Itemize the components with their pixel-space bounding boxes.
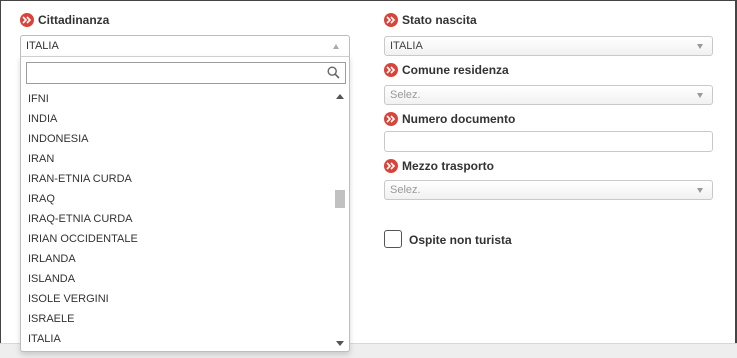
non-tourist-checkbox[interactable] [384, 230, 402, 248]
list-item[interactable]: INDIA [21, 109, 331, 129]
birth-state-select[interactable]: ITALIA [384, 36, 713, 56]
transport-label: Mezzo trasporto [384, 159, 494, 173]
scrollbar-thumb[interactable] [335, 190, 345, 208]
citizenship-options-list: IFNI INDIA INDONESIA IRAN IRAN-ETNIA CUR… [21, 89, 331, 349]
birth-state-label-text: Stato nascita [402, 13, 477, 27]
residence-placeholder: Selez. [390, 89, 421, 101]
transport-placeholder: Selez. [390, 184, 421, 196]
list-item[interactable]: IRAN-ETNIA CURDA [21, 169, 331, 189]
citizenship-select[interactable]: ITALIA [20, 35, 350, 56]
citizenship-label: Cittadinanza [20, 13, 109, 27]
list-item[interactable]: IRAQ [21, 189, 331, 209]
caret-down-icon [697, 188, 703, 193]
document-number-label-text: Numero documento [402, 112, 516, 126]
list-item[interactable]: ISRAELE [21, 309, 331, 329]
search-icon [327, 66, 340, 82]
residence-label-text: Comune residenza [402, 63, 509, 77]
transport-select[interactable]: Selez. [384, 180, 713, 200]
list-item[interactable]: IRAN [21, 149, 331, 169]
birth-state-selected-value: ITALIA [390, 40, 423, 52]
list-item[interactable]: IRAQ-ETNIA CURDA [21, 209, 331, 229]
list-item[interactable]: IFNI [21, 89, 331, 109]
document-number-input[interactable] [384, 131, 713, 152]
list-item[interactable]: IRIAN OCCIDENTALE [21, 229, 331, 249]
required-icon [384, 13, 398, 27]
residence-select[interactable]: Selez. [384, 85, 713, 105]
caret-down-icon [697, 44, 703, 49]
caret-down-icon [697, 93, 703, 98]
scroll-up-icon[interactable] [336, 94, 344, 99]
list-item[interactable]: ISLANDA [21, 269, 331, 289]
required-icon [384, 112, 398, 126]
birth-state-label: Stato nascita [384, 13, 477, 27]
list-item[interactable]: ITALIA [21, 329, 331, 349]
list-item[interactable]: IRLANDA [21, 249, 331, 269]
required-icon [384, 63, 398, 77]
citizenship-dropdown: IFNI INDIA INDONESIA IRAN IRAN-ETNIA CUR… [20, 56, 350, 352]
list-item[interactable]: INDONESIA [21, 129, 331, 149]
scroll-down-icon[interactable] [336, 341, 344, 346]
non-tourist-label[interactable]: Ospite non turista [409, 233, 512, 247]
required-icon [384, 159, 398, 173]
document-number-label: Numero documento [384, 112, 515, 126]
residence-label: Comune residenza [384, 63, 509, 77]
dropdown-scrollbar[interactable] [333, 89, 347, 351]
caret-up-icon [333, 44, 339, 49]
citizenship-selected-value: ITALIA [26, 40, 59, 52]
list-item[interactable]: ISOLE VERGINI [21, 289, 331, 309]
required-icon [20, 13, 34, 27]
transport-label-text: Mezzo trasporto [402, 159, 495, 173]
citizenship-search-input[interactable] [26, 62, 346, 84]
citizenship-label-text: Cittadinanza [38, 13, 110, 27]
